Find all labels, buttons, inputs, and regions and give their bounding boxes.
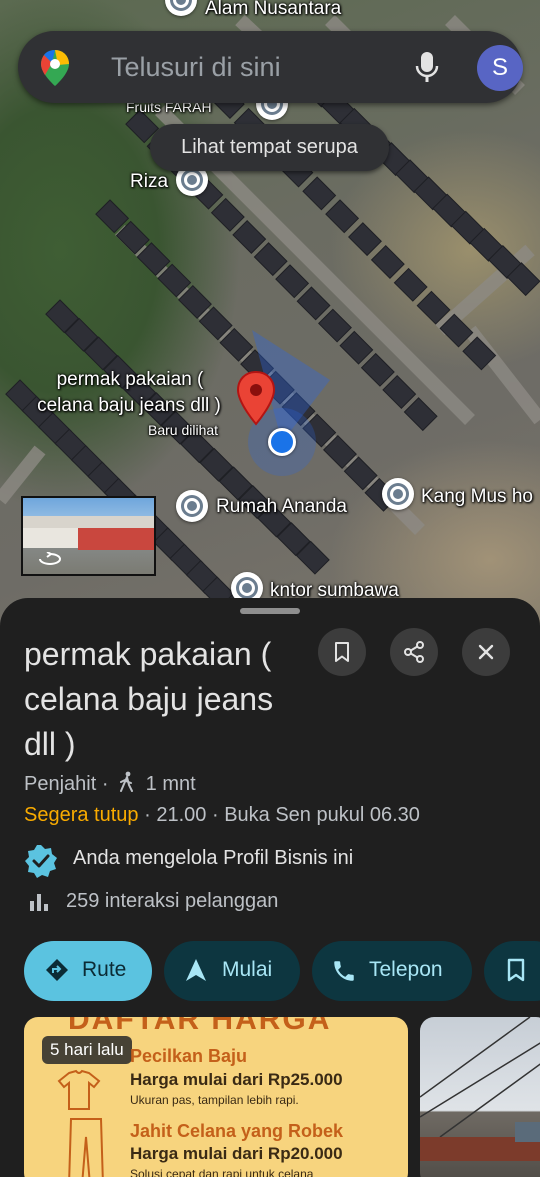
roof-block <box>403 397 438 432</box>
map-label-riza[interactable]: Riza <box>130 171 168 193</box>
separator: · <box>144 804 151 826</box>
walk-time: 1 mnt <box>145 773 196 795</box>
roof-block <box>339 330 374 365</box>
place-category: Penjahit <box>24 773 97 795</box>
microphone-icon[interactable] <box>412 50 442 84</box>
verified-badge-icon <box>25 845 57 878</box>
directions-icon <box>46 959 68 981</box>
interactions-text: 259 interaksi pelanggan <box>66 890 279 912</box>
separator: · <box>101 773 109 795</box>
bookmark-icon <box>335 642 349 662</box>
price-item-price: Harga mulai dari Rp25.000 <box>130 1070 343 1089</box>
map-label-recently-viewed: Baru dilihat <box>148 422 219 438</box>
roof-block <box>302 176 337 211</box>
map-label-alam-nusantara[interactable]: Alam Nusantara <box>205 0 341 20</box>
roof-block <box>360 352 395 387</box>
closing-time: 21.00 <box>156 804 207 826</box>
place-pin[interactable] <box>176 490 208 522</box>
roof-block <box>296 286 331 321</box>
street-view-thumbnail[interactable] <box>21 496 156 576</box>
rotate-360-icon <box>39 552 61 565</box>
map-label-kang-mus[interactable]: Kang Mus ho <box>421 486 533 508</box>
call-button[interactable]: Telepon <box>312 941 472 1001</box>
close-button[interactable] <box>462 628 510 676</box>
roof-block <box>253 242 288 277</box>
photo-age-badge: 5 hari lalu <box>42 1036 132 1064</box>
roof-block <box>382 375 417 409</box>
roof-block <box>370 245 405 279</box>
storefront-photo[interactable] <box>420 1017 540 1177</box>
selected-place-marker-icon[interactable] <box>236 370 276 426</box>
price-item-title: Jahit Celana yang Robek <box>130 1121 344 1141</box>
close-icon <box>478 644 494 660</box>
price-item-desc: Solusi cepat dan rapi untuk celana <box>130 1167 314 1177</box>
search-input[interactable]: Telusuri di sini <box>111 52 281 83</box>
similar-places-chip[interactable]: Lihat tempat serupa <box>150 124 389 171</box>
closing-status: Segera tutup <box>24 804 139 826</box>
account-avatar[interactable]: S <box>477 45 523 91</box>
save-action-button[interactable] <box>484 941 540 1001</box>
category-row: Penjahit · 1 mnt <box>24 771 196 796</box>
price-item-title: Pecilkan Baju <box>130 1046 248 1066</box>
save-button[interactable] <box>318 628 366 676</box>
roof-block <box>348 222 382 257</box>
start-label: Mulai <box>222 958 273 981</box>
managed-profile-row[interactable]: Anda mengelola Profil Bisnis ini <box>24 844 353 878</box>
start-button[interactable]: Mulai <box>164 941 300 1001</box>
route-button[interactable]: Rute <box>24 941 152 1001</box>
place-details-sheet: permak pakaian ( celana baju jeans dll )… <box>0 598 540 1177</box>
search-bar[interactable]: Telusuri di sini S <box>18 31 523 103</box>
roof-block <box>210 197 245 232</box>
navigation-arrow-icon <box>186 959 206 981</box>
power-lines-image <box>420 1017 540 1161</box>
roof-block <box>393 267 428 302</box>
shirt-icon <box>57 1069 101 1110</box>
bookmark-icon <box>507 958 525 982</box>
roof-block <box>318 308 352 343</box>
roof-block <box>325 199 360 234</box>
price-item-desc: Ukuran pas, tampilan lebih rapi. <box>130 1093 299 1107</box>
phone-icon <box>334 961 354 981</box>
satellite-map[interactable]: Alam Nusantara Fruits FARAH Riza permak … <box>0 0 540 640</box>
map-label-permak-line1[interactable]: permak pakaian ( <box>30 369 230 391</box>
call-label: Telepon <box>369 958 443 981</box>
price-list-photo[interactable]: DAFTAR HARGA 5 hari lalu Pecilkan Baju H… <box>24 1017 408 1177</box>
google-maps-logo-icon <box>41 50 69 86</box>
separator: · <box>211 804 219 826</box>
roof-block <box>232 220 267 254</box>
share-icon <box>404 641 424 663</box>
map-label-permak-line2[interactable]: celana baju jeans dll ) <box>24 395 234 417</box>
drag-handle[interactable] <box>240 608 300 614</box>
place-pin[interactable] <box>382 478 414 510</box>
price-list-header: DAFTAR HARGA <box>68 1017 332 1036</box>
map-label-rumah-ananda[interactable]: Rumah Ananda <box>216 496 347 518</box>
opens-text: Buka Sen pukul 06.30 <box>224 804 420 826</box>
managed-profile-text: Anda mengelola Profil Bisnis ini <box>73 847 354 869</box>
share-button[interactable] <box>390 628 438 676</box>
bar-chart-icon <box>30 894 48 911</box>
pants-icon <box>68 1118 104 1177</box>
walking-icon <box>120 771 134 792</box>
price-item-price: Harga mulai dari Rp20.000 <box>130 1144 343 1163</box>
interactions-row[interactable]: 259 interaksi pelanggan <box>28 890 278 918</box>
route-label: Rute <box>82 958 127 981</box>
roof-block <box>275 264 310 299</box>
place-title: permak pakaian ( celana baju jeans dll ) <box>24 636 274 762</box>
hours-row[interactable]: Segera tutup · 21.00 · Buka Sen pukul 06… <box>24 804 420 827</box>
my-location-dot <box>268 428 296 456</box>
